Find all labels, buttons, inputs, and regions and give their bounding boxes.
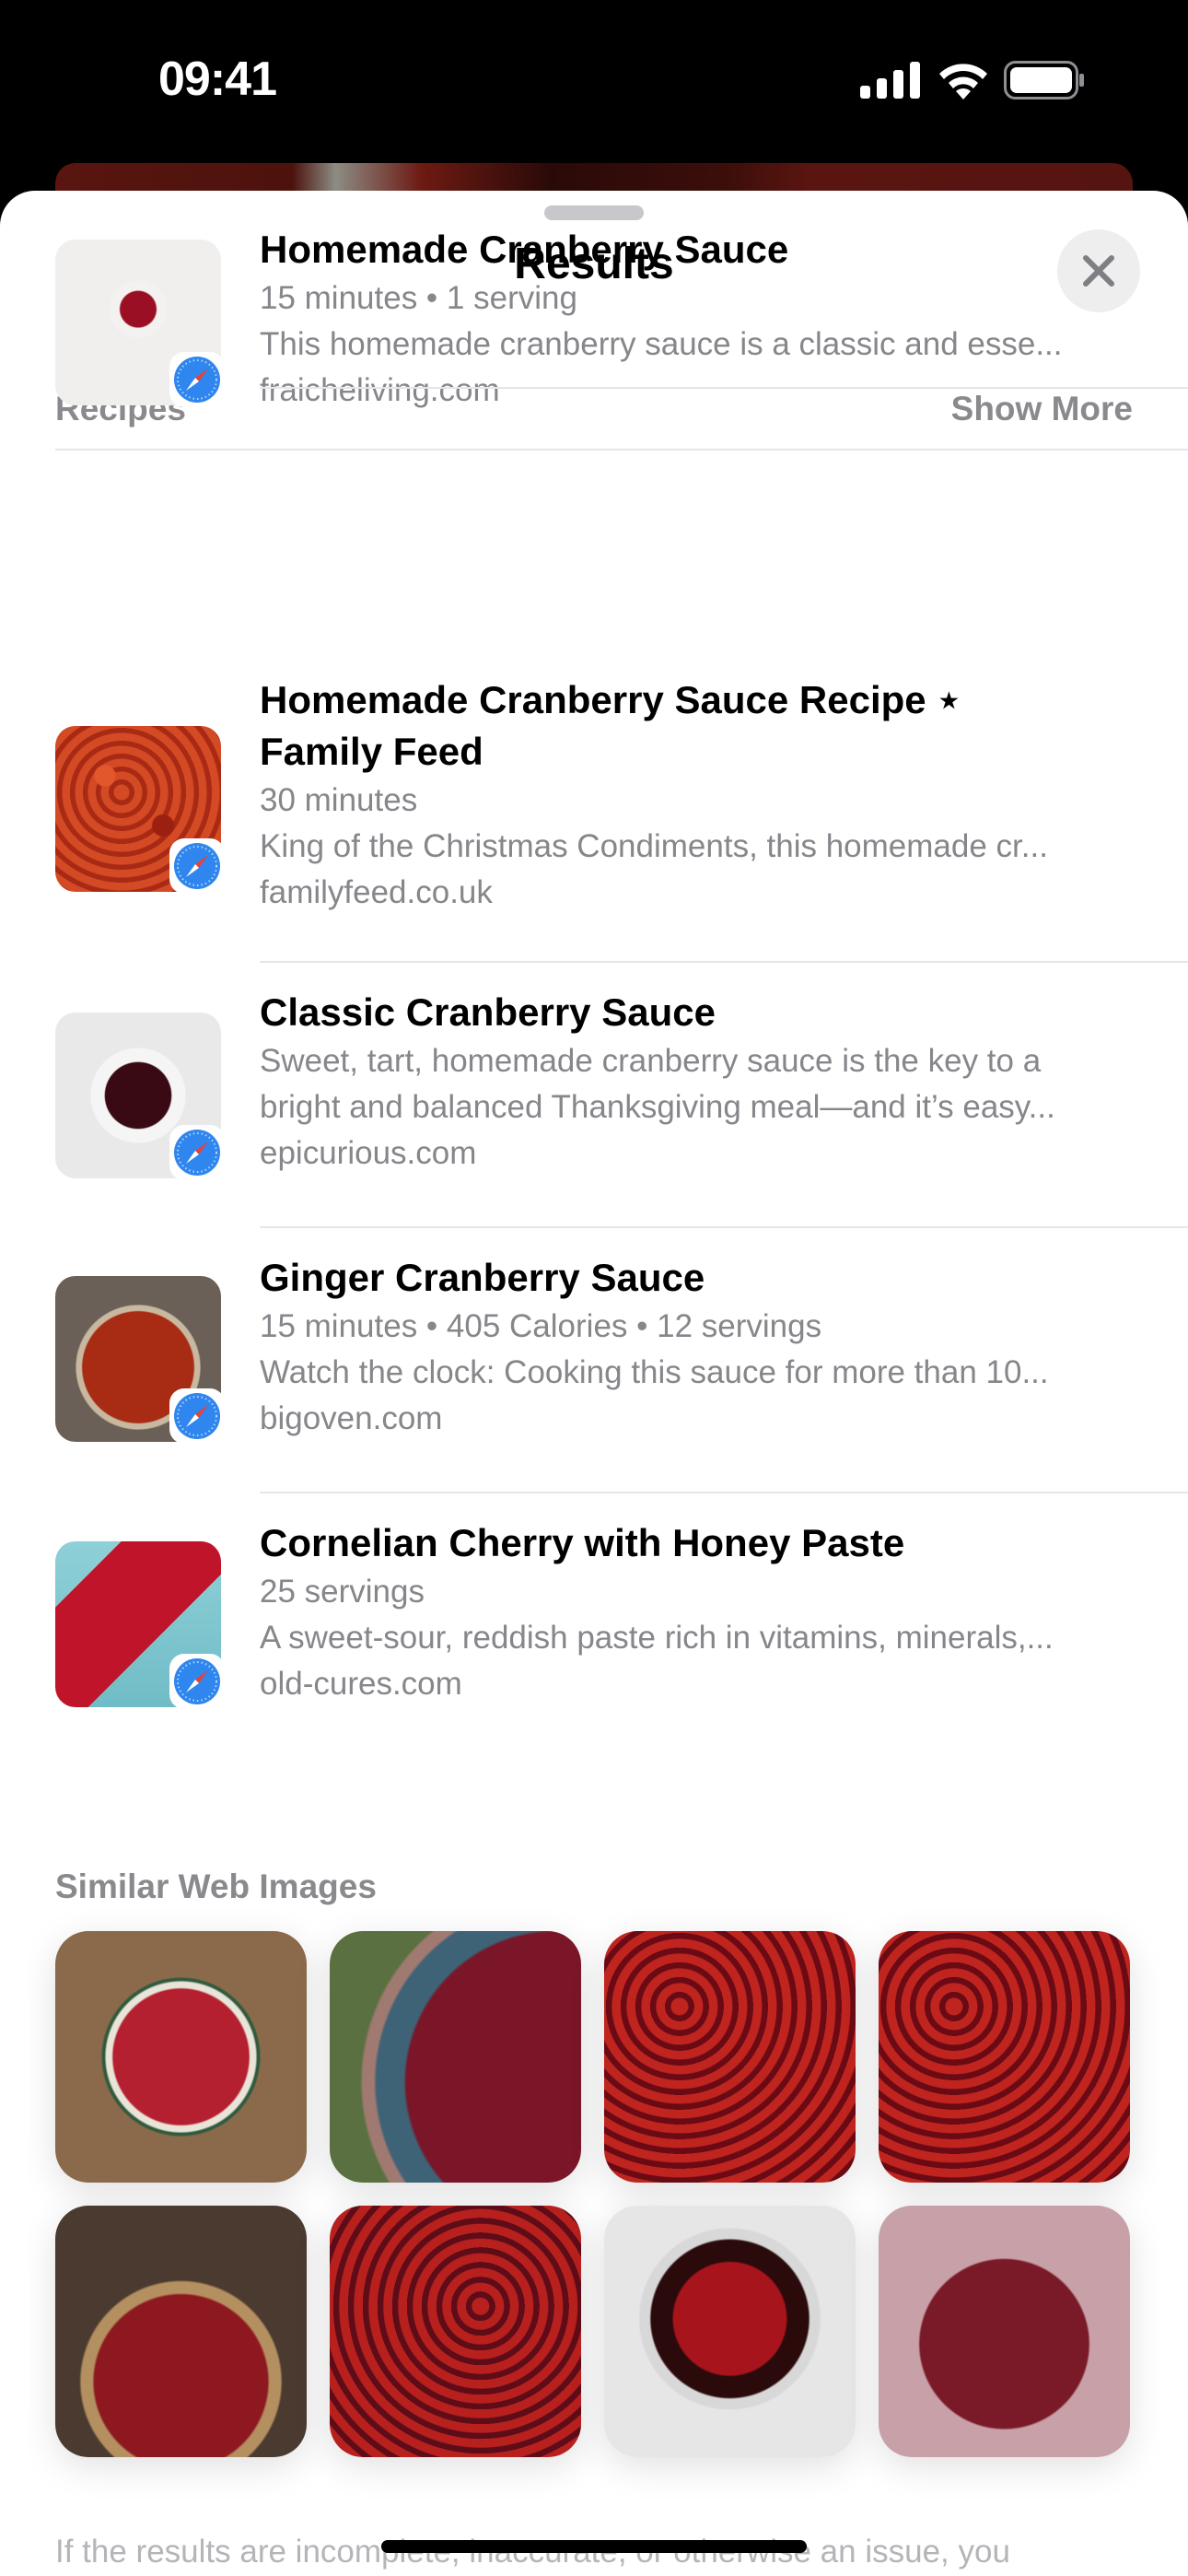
safari-badge: [169, 352, 225, 407]
similar-images-label: Similar Web Images: [55, 1868, 377, 1905]
recipe-source[interactable]: old-cures.com: [260, 1661, 1188, 1707]
home-indicator[interactable]: [381, 2540, 807, 2553]
recipe-thumbnail: [55, 1013, 225, 1180]
similar-image[interactable]: [879, 1931, 1130, 2183]
wifi-icon: [939, 64, 987, 100]
similar-image[interactable]: [879, 2206, 1130, 2457]
divider: [260, 387, 1188, 389]
similar-image[interactable]: [330, 1931, 581, 2183]
recipe-thumbnail: [55, 726, 225, 894]
recipe-description: Watch the clock: Cooking this sauce for …: [260, 1354, 1049, 1390]
safari-compass-icon: [174, 1130, 220, 1176]
recipe-meta: 15 minutes • 405 Calories • 12 servings: [260, 1308, 822, 1344]
recipe-description: This homemade cranberry sauce is a class…: [260, 326, 1063, 362]
recipe-title: Classic Cranberry Sauce: [260, 990, 716, 1034]
safari-compass-icon: [174, 1393, 220, 1439]
cellular-signal-icon: [860, 62, 920, 99]
similar-image[interactable]: [604, 1931, 856, 2183]
battery-icon: [1004, 61, 1084, 100]
status-icons: [860, 61, 1085, 100]
recipe-title: Homemade Cranberry Sauce Recipe ⋆ Family…: [260, 678, 961, 773]
recipe-source[interactable]: familyfeed.co.uk: [260, 870, 1077, 916]
recipe-row[interactable]: Cornelian Cherry with Honey Paste 25 ser…: [0, 1493, 1188, 1759]
recipe-title: Ginger Cranberry Sauce: [260, 1256, 705, 1299]
results-sheet: Results Recipes Show More Homemade Cranb…: [0, 191, 1188, 2576]
recipe-row[interactable]: Homemade Cranberry Sauce Recipe ⋆ Family…: [0, 647, 1188, 963]
recipe-description: King of the Christmas Condiments, this h…: [260, 828, 1048, 864]
similar-image[interactable]: [604, 2206, 856, 2457]
status-bar: 09:41: [0, 0, 1188, 157]
status-time: 09:41: [158, 53, 277, 106]
recipe-meta: 25 servings: [260, 1574, 425, 1610]
recipe-meta: 30 minutes: [260, 782, 418, 818]
recipe-description: A sweet-sour, reddish paste rich in vita…: [260, 1620, 1054, 1656]
recipe-row[interactable]: Classic Cranberry Sauce Sweet, tart, hom…: [0, 963, 1188, 1228]
safari-compass-icon: [174, 843, 220, 889]
safari-badge: [169, 1654, 225, 1709]
recipe-meta: 15 minutes • 1 serving: [260, 280, 577, 316]
recipe-description-line: bright and balanced Thanksgiving meal—an…: [260, 1089, 1055, 1125]
safari-compass-icon: [174, 357, 220, 403]
safari-badge: [169, 838, 225, 894]
similar-image[interactable]: [55, 1931, 307, 2183]
safari-badge: [169, 1388, 225, 1444]
recipe-title: Cornelian Cherry with Honey Paste: [260, 1521, 905, 1564]
recipe-title: Homemade Cranberry Sauce: [260, 228, 789, 271]
recipe-thumbnail: [55, 1541, 225, 1709]
recipe-source[interactable]: epicurious.com: [260, 1130, 1188, 1177]
similar-image[interactable]: [330, 2206, 581, 2457]
recipe-row[interactable]: Ginger Cranberry Sauce 15 minutes • 405 …: [0, 1228, 1188, 1493]
recipe-description-line: Sweet, tart, homemade cranberry sauce is…: [260, 1043, 1042, 1079]
recipe-row[interactable]: Homemade Cranberry Sauce 15 minutes • 1 …: [0, 193, 1188, 451]
recipe-thumbnail: [55, 240, 225, 407]
similar-images-grid: [55, 1931, 1130, 2457]
recipe-thumbnail: [55, 1276, 225, 1444]
safari-badge: [169, 1125, 225, 1180]
recipe-source[interactable]: fraicheliving.com: [260, 368, 1188, 414]
safari-compass-icon: [174, 1658, 220, 1704]
similar-image[interactable]: [55, 2206, 307, 2457]
recipe-source[interactable]: bigoven.com: [260, 1396, 1188, 1442]
